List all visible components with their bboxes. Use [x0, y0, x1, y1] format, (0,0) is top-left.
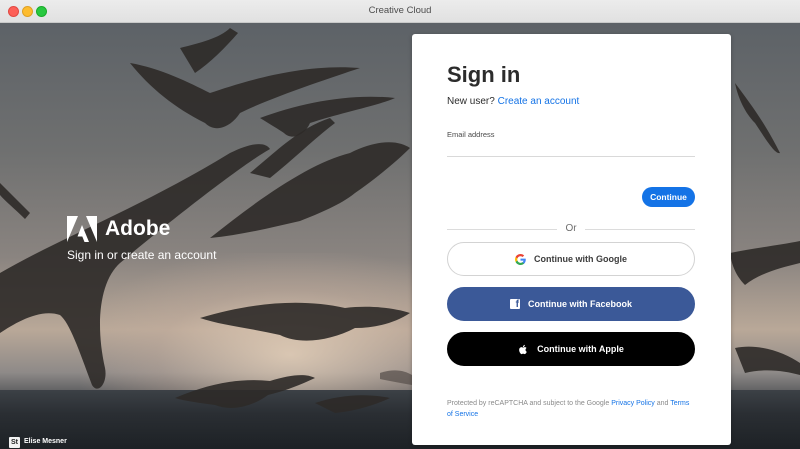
privacy-policy-link[interactable]: Privacy Policy: [611, 400, 655, 407]
create-account-link[interactable]: Create an account: [498, 96, 580, 107]
continue-with-google-button[interactable]: Continue with Google: [447, 242, 695, 276]
email-label: Email address: [447, 130, 495, 139]
signin-card: Sign in New user? Create an account Emai…: [412, 34, 731, 445]
apple-button-label: Continue with Apple: [537, 344, 624, 354]
adobe-stock-icon: St: [9, 437, 20, 448]
photographer-name[interactable]: Elise Mesner: [24, 438, 67, 445]
continue-button[interactable]: Continue: [642, 187, 695, 207]
recaptcha-and-text: and: [656, 400, 669, 407]
google-button-label: Continue with Google: [534, 254, 627, 264]
new-user-row: New user? Create an account: [447, 96, 579, 107]
continue-with-facebook-button[interactable]: f Continue with Facebook: [447, 287, 695, 321]
adobe-logo-icon: [67, 216, 97, 242]
new-user-prompt: New user?: [447, 96, 495, 107]
or-divider: Or: [447, 223, 695, 235]
facebook-logo-icon: f: [509, 299, 520, 310]
page-title: Sign in: [447, 62, 521, 87]
brand-tagline: Sign in or create an account: [67, 248, 217, 262]
divider-line-right: [585, 229, 695, 230]
recaptcha-notice: Protected by reCAPTCHA and subject to th…: [447, 398, 697, 420]
app-window: Creative Cloud Adobe Sign in or create a…: [0, 0, 800, 449]
email-field[interactable]: [447, 140, 695, 157]
window-title: Creative Cloud: [368, 5, 432, 16]
adobe-wordmark: Adobe: [105, 217, 171, 240]
google-logo-icon: [515, 253, 526, 265]
title-bar: Creative Cloud: [0, 0, 800, 23]
continue-with-apple-button[interactable]: Continue with Apple: [447, 332, 695, 366]
recaptcha-text: Protected by reCAPTCHA and subject to th…: [447, 400, 610, 407]
apple-logo-icon: [519, 344, 527, 354]
facebook-button-label: Continue with Facebook: [527, 299, 632, 309]
